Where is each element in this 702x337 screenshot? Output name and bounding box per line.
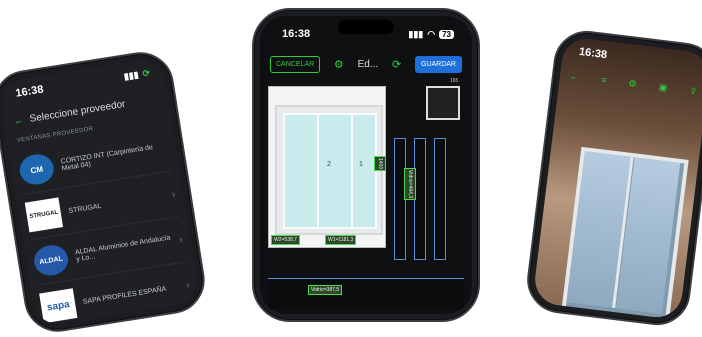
provider-logo: sapa (39, 288, 78, 324)
edit-title[interactable]: Ed... (358, 59, 379, 70)
save-button[interactable]: GUARDAR (414, 56, 462, 73)
phone-provider-list: 16:38 ▮▮▮ ⟳ ← Seleccione proveedor VENTAN… (0, 47, 210, 337)
settings-icon[interactable]: ⚙ (628, 78, 637, 90)
provider-name: SAPA PROFILES ESPAÑA (82, 285, 167, 306)
dimension-label: Vidrio=464,3 (404, 168, 416, 201)
leaf-label: 2 (327, 161, 331, 168)
back-arrow-icon[interactable]: ← (569, 71, 579, 83)
profile-bar (434, 138, 446, 260)
provider-name: STRUGAL (68, 202, 102, 215)
menu-icon[interactable]: ≡ (600, 75, 607, 87)
wifi-icon: ◠ (427, 28, 436, 39)
status-bar: 16:38 ▮▮▮ ⟳ (15, 67, 151, 100)
phone-ar-preview: 16:38 ← ≡ ⚙ ▣ ⇪ (523, 27, 702, 329)
ar-toolbar: ← ≡ ⚙ ▣ ⇪ (569, 71, 697, 98)
ar-window-model[interactable] (561, 146, 689, 321)
provider-name: CORTIZO INT (Carpintería de Metal 04) (60, 144, 154, 173)
provider-name: ALDAL Aluminios de Andalucía y Lo... (74, 234, 171, 264)
sync-icon[interactable]: ⟳ (142, 67, 151, 79)
status-icons: ▮▮▮ ◠ 73 (408, 29, 454, 40)
window-drawing[interactable]: 2 1 W2=538,7 W1=1181,3 (268, 86, 386, 248)
page-title: Seleccione proveedor (28, 98, 127, 125)
share-icon[interactable]: ⇪ (689, 86, 698, 98)
signal-icon: ▮▮▮ (408, 28, 424, 39)
dimension-label: Vidrio=387,5 (308, 285, 343, 295)
status-time: 16:38 (282, 28, 311, 40)
signal-icon: ▮▮▮ (123, 68, 140, 82)
glass-pane (283, 113, 319, 229)
phone-window-editor: 16:38 ▮▮▮ ◠ 73 CANCELAR ⚙ Ed... ⟳ GUARDAR … (252, 8, 480, 322)
profile-detail: 165 Vidrio=464,3 (388, 78, 464, 276)
screen-header: ← Seleccione proveedor (13, 94, 159, 128)
provider-logo: STRUGAL (24, 197, 64, 233)
cancel-button[interactable]: CANCELAR (270, 56, 321, 73)
provider-logo: ALDAL (31, 242, 71, 278)
screen: 16:38 ▮▮▮ ⟳ ← Seleccione proveedor VENTAN… (0, 56, 201, 328)
refresh-icon[interactable]: ⟳ (392, 58, 401, 71)
dimension-label: 165 (450, 78, 459, 84)
chevron-right-icon: › (171, 188, 177, 201)
glass-pane (317, 113, 353, 229)
provider-logo: CM (17, 151, 56, 187)
editor-toolbar: CANCELAR ⚙ Ed... ⟳ GUARDAR (270, 56, 462, 73)
volume-button (252, 90, 254, 112)
dimension-label: 1400 (374, 156, 386, 172)
camera-icon[interactable]: ▣ (658, 82, 668, 94)
back-arrow-icon[interactable]: ← (13, 115, 25, 127)
profile-section-icon (426, 86, 460, 120)
battery-icon: 73 (439, 29, 454, 39)
status-bar: 16:38 ▮▮▮ ◠ 73 (282, 28, 454, 40)
status-time: 16:38 (578, 45, 608, 62)
bottom-profiles: Vidrio=387,5 (268, 278, 464, 309)
chevron-right-icon: › (185, 279, 191, 291)
window-frame: 2 1 (275, 105, 383, 235)
settings-icon[interactable]: ⚙ (334, 58, 344, 71)
dimension-label: W1=1181,3 (325, 235, 357, 245)
dimension-label: W2=538,7 (271, 235, 300, 245)
status-time: 16:38 (14, 83, 45, 100)
status-bar: 16:38 (578, 46, 697, 72)
screen: 16:38 ← ≡ ⚙ ▣ ⇪ (532, 35, 702, 321)
status-icons: ▮▮▮ ⟳ (123, 67, 151, 82)
screen: 16:38 ▮▮▮ ◠ 73 CANCELAR ⚙ Ed... ⟳ GUARDAR … (260, 16, 472, 314)
chevron-right-icon: › (178, 234, 184, 246)
leaf-label: 1 (359, 161, 363, 168)
